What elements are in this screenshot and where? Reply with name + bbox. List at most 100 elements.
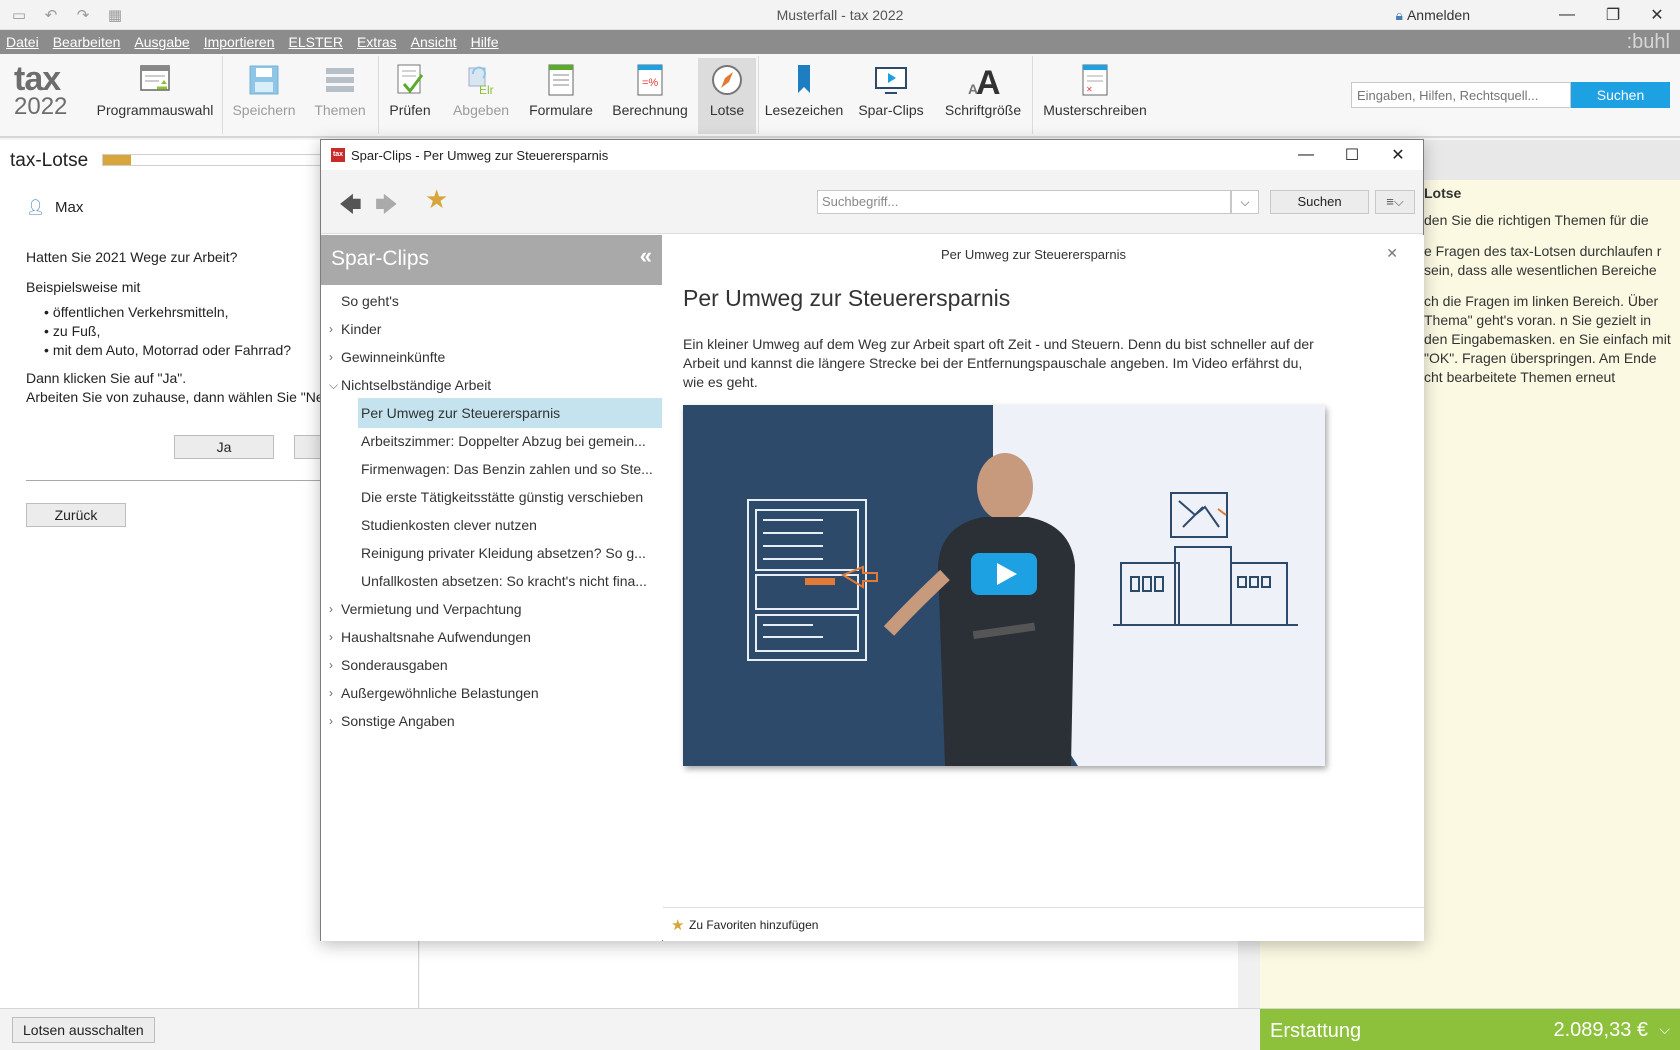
chevron-right-icon[interactable]: › (329, 342, 333, 372)
help-paragraph: ch die Fragen im linken Bereich. Über Th… (1424, 293, 1671, 385)
help-paragraph: den Sie die richtigen Themen für die (1424, 212, 1649, 228)
tree-item[interactable]: › Kinder (321, 314, 662, 344)
star-icon: ★ (671, 917, 685, 934)
dialog-title-bar: tax Spar-Clips - Per Umweg zur Steuerers… (321, 140, 1423, 170)
ribbon-search-button[interactable]: Suchen (1571, 82, 1670, 108)
lock-icon: 🔒︎ (1395, 7, 1403, 23)
menu-extras[interactable]: Extras (357, 34, 397, 50)
close-button[interactable]: ✕ (1634, 0, 1680, 30)
tree-item[interactable]: So geht's (321, 286, 662, 316)
tree-item[interactable]: › Vermietung und Verpachtung (321, 594, 662, 624)
tree-item[interactable]: › Sonderausgaben (321, 650, 662, 680)
chevron-right-icon[interactable]: › (329, 706, 333, 736)
menu-ausgabe[interactable]: Ausgabe (134, 34, 189, 50)
program-select-icon (140, 65, 170, 91)
menu-hilfe[interactable]: Hilfe (471, 34, 499, 50)
tree-child-item[interactable]: Reinigung privater Kleidung absetzen? So… (358, 538, 662, 568)
chevron-right-icon[interactable]: › (329, 650, 333, 680)
tree-item[interactable]: ⌵ Nichtselbständige Arbeit (321, 370, 662, 400)
svg-text:=%: =% (642, 77, 658, 89)
menu-bearbeiten[interactable]: Bearbeiten (53, 34, 121, 50)
clip-search-button[interactable]: Suchen (1270, 190, 1369, 214)
tree-child-item[interactable]: Firmenwagen: Das Benzin zahlen und so St… (358, 454, 662, 484)
chevron-right-icon[interactable]: › (329, 314, 333, 344)
content-title: Per Umweg zur Steuerersparnis (683, 285, 1011, 311)
add-to-favorites-link[interactable]: Zu Favoriten hinzufügen (689, 918, 818, 932)
favorites-star-icon[interactable]: ★ (425, 184, 448, 215)
tree-item[interactable]: › Gewinneinkünfte (321, 342, 662, 372)
collapse-icon[interactable]: « (640, 243, 652, 269)
dialog-maximize-button[interactable]: ☐ (1329, 140, 1375, 170)
ribbon-berechnung[interactable]: =% Berechnung (610, 58, 690, 134)
back-button[interactable]: Zurück (26, 503, 126, 527)
back-arrow-icon[interactable]: 🡄 (339, 188, 362, 226)
topics-icon (326, 68, 354, 92)
user-icon: 👤︎ (26, 199, 46, 216)
tree-item-label: Sonderausgaben (341, 657, 448, 673)
lotse-title: tax-Lotse (10, 150, 89, 171)
title-bar: ▭ ↶ ↷ ▦ Musterfall - tax 2022 🔒︎ Anmelden… (0, 0, 1680, 30)
tree-item-label: Sonstige Angaben (341, 713, 455, 729)
login-button[interactable]: 🔒︎ Anmelden (1396, 7, 1471, 24)
submit-icon: Elr (468, 66, 494, 97)
menu-ansicht[interactable]: Ansicht (411, 34, 457, 50)
dialog-minimize-button[interactable]: — (1283, 140, 1329, 170)
brand-logo: :buhl (1626, 31, 1670, 53)
tree-child-item[interactable]: Die erste Tätigkeitsstätte günstig versc… (358, 482, 662, 512)
ribbon-programmauswahl[interactable]: Programmauswahl (90, 58, 220, 134)
ribbon-search-input[interactable] (1351, 82, 1571, 108)
chevron-down-icon[interactable]: ⌵ (329, 370, 338, 400)
chevron-right-icon[interactable]: › (329, 594, 333, 624)
ribbon-abgeben[interactable]: Elr Abgeben (446, 58, 516, 134)
svg-text:Elr: Elr (479, 83, 494, 97)
ribbon-themen[interactable]: Themen (304, 58, 376, 134)
svg-text:A: A (976, 64, 1001, 98)
ribbon-lesezeichen[interactable]: Lesezeichen (762, 58, 846, 134)
content-close-icon[interactable]: ✕ (1386, 245, 1398, 262)
menu-elster[interactable]: ELSTER (289, 34, 343, 50)
lotse-progress-fill (103, 155, 132, 165)
content-body: Ein kleiner Umweg auf dem Weg zur Arbeit… (683, 336, 1314, 390)
menu-datei[interactable]: Datei (6, 34, 39, 50)
tree-item-label: So geht's (341, 293, 399, 309)
minimize-button[interactable]: — (1544, 0, 1590, 30)
refund-display[interactable]: Erstattung 2.089,33 € ⌵ (1260, 1009, 1680, 1050)
sidebar-title: Spar-Clips (331, 247, 430, 270)
chevron-right-icon[interactable]: › (329, 678, 333, 708)
svg-text:✕: ✕ (1086, 85, 1093, 94)
chevron-right-icon[interactable]: › (329, 622, 333, 652)
ribbon-schriftgroesse[interactable]: AA Schriftgröße (940, 58, 1026, 134)
menu-importieren[interactable]: Importieren (204, 34, 275, 50)
ribbon-spar-clips[interactable]: Spar-Clips (856, 58, 926, 134)
ribbon-pruefen[interactable]: Prüfen (382, 58, 438, 134)
tree-child-item[interactable]: Studienkosten clever nutzen (358, 510, 662, 540)
forward-arrow-icon[interactable]: 🡆 (375, 188, 398, 226)
tree-item[interactable]: › Sonstige Angaben (321, 706, 662, 736)
tree-item[interactable]: › Haushaltsnahe Aufwendungen (321, 622, 662, 652)
lotsen-off-button[interactable]: Lotsen ausschalten (12, 1017, 155, 1043)
video-player[interactable] (683, 405, 1325, 766)
chevron-down-icon: ⌵ (1659, 1021, 1670, 1037)
tree-child-item[interactable]: Unfallkosten absetzen: So kracht's nicht… (358, 566, 662, 596)
dialog-close-button[interactable]: ✕ (1375, 140, 1421, 170)
tree-item-label: Gewinneinkünfte (341, 349, 446, 365)
clip-search-input[interactable]: Suchbegriff... (817, 190, 1231, 214)
options-menu-icon[interactable]: ≡⌵ (1375, 190, 1415, 214)
chevron-down-icon[interactable]: ⌵ (1231, 190, 1259, 214)
user-profile: 👤︎ Max (26, 199, 84, 216)
tree-item-label: Kinder (341, 321, 382, 337)
ribbon-musterschreiben[interactable]: ✕ Musterschreiben (1040, 58, 1150, 134)
spar-clips-dialog: tax Spar-Clips - Per Umweg zur Steuerers… (320, 139, 1424, 941)
restore-button[interactable]: ❐ (1590, 0, 1636, 30)
dialog-title: Spar-Clips - Per Umweg zur Steuerersparn… (351, 148, 609, 163)
yes-button[interactable]: Ja (174, 435, 274, 459)
tree-item[interactable]: › Außergewöhnliche Belastungen (321, 678, 662, 708)
ribbon-lotse[interactable]: Lotse (698, 58, 756, 134)
tree-item-label: Außergewöhnliche Belastungen (341, 685, 539, 701)
ribbon-formulare[interactable]: Formulare (526, 58, 596, 134)
menu-bar: Datei Bearbeiten Ausgabe Importieren ELS… (0, 30, 1680, 54)
ribbon-speichern[interactable]: Speichern (226, 58, 302, 134)
tree-child-item[interactable]: Per Umweg zur Steuerersparnis (358, 398, 662, 428)
lotse-progress-bar (102, 154, 322, 166)
tree-child-item[interactable]: Arbeitszimmer: Doppelter Abzug bei gemei… (358, 426, 662, 456)
